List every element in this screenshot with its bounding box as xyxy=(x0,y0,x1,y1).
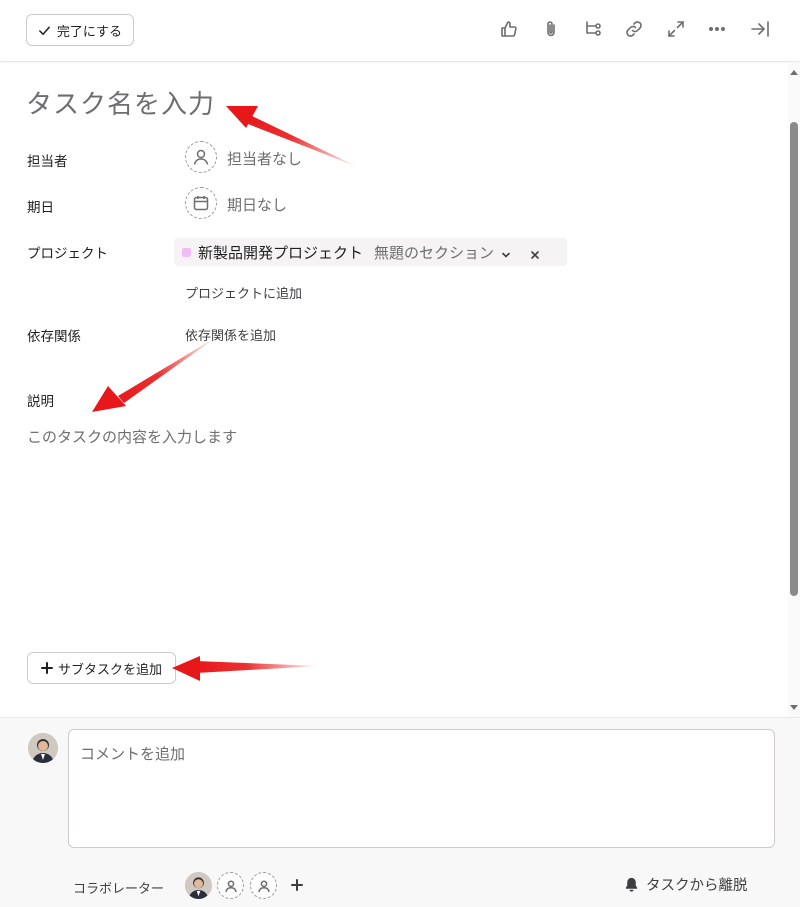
task-detail-pane xyxy=(0,63,800,717)
add-dependency-link[interactable]: 依存関係を追加 xyxy=(185,325,276,344)
user-avatar xyxy=(28,733,58,763)
collaborator-placeholder-icon[interactable] xyxy=(250,872,277,899)
subtask-icon[interactable] xyxy=(582,18,604,40)
due-date-label: 期日 xyxy=(27,200,54,216)
add-to-project-link[interactable]: プロジェクトに追加 xyxy=(185,283,302,302)
description-label: 説明 xyxy=(27,394,54,410)
scroll-up-icon[interactable] xyxy=(789,68,799,76)
check-icon xyxy=(39,26,50,35)
task-toolbar: 完了にする xyxy=(0,0,800,62)
project-label: プロジェクト xyxy=(27,246,108,262)
scrollbar-thumb[interactable] xyxy=(790,122,798,596)
leave-task-button[interactable]: タスクから離脱 xyxy=(623,874,748,895)
section-name[interactable]: 無題のセクション xyxy=(374,242,494,263)
calendar-icon[interactable] xyxy=(185,187,217,219)
project-pill[interactable]: 新製品開発プロジェクト 無題のセクション xyxy=(174,238,567,266)
mark-complete-button[interactable]: 完了にする xyxy=(26,14,134,46)
add-subtask-label: サブタスクを追加 xyxy=(57,662,162,678)
link-icon[interactable] xyxy=(623,18,645,40)
add-collaborator-icon[interactable] xyxy=(289,877,305,893)
thumbs-up-icon[interactable] xyxy=(498,18,520,40)
due-date-value[interactable]: 期日なし xyxy=(227,194,287,215)
comment-placeholder: コメントを追加 xyxy=(80,745,186,763)
comment-input[interactable]: コメントを追加 xyxy=(68,729,775,848)
paperclip-icon[interactable] xyxy=(540,18,562,40)
plus-icon xyxy=(40,662,53,674)
mark-complete-label: 完了にする xyxy=(56,24,123,40)
close-pane-icon[interactable] xyxy=(749,18,771,40)
more-icon[interactable] xyxy=(706,18,728,40)
assignee-avatar-icon[interactable] xyxy=(185,141,217,173)
project-name[interactable]: 新製品開発プロジェクト xyxy=(198,242,363,263)
collaborator-avatar[interactable] xyxy=(185,872,212,899)
expand-icon[interactable] xyxy=(665,18,687,40)
assignee-label: 担当者 xyxy=(27,154,68,170)
leave-task-label: タスクから離脱 xyxy=(646,878,748,894)
collaborators-label: コラボレーター xyxy=(73,882,165,897)
collaborator-placeholder-icon[interactable] xyxy=(217,872,244,899)
description-input[interactable]: このタスクの内容を入力します xyxy=(27,426,237,447)
project-color-dot xyxy=(182,247,191,257)
task-name-input[interactable]: タスク名を入力 xyxy=(26,84,215,121)
bell-icon xyxy=(625,877,638,892)
dependencies-label: 依存関係 xyxy=(27,329,81,345)
remove-project-icon[interactable] xyxy=(529,246,541,259)
scroll-down-icon[interactable] xyxy=(789,704,799,712)
assignee-value[interactable]: 担当者なし xyxy=(227,148,302,169)
chevron-down-icon[interactable] xyxy=(500,246,512,258)
add-subtask-button[interactable]: サブタスクを追加 xyxy=(27,652,176,684)
